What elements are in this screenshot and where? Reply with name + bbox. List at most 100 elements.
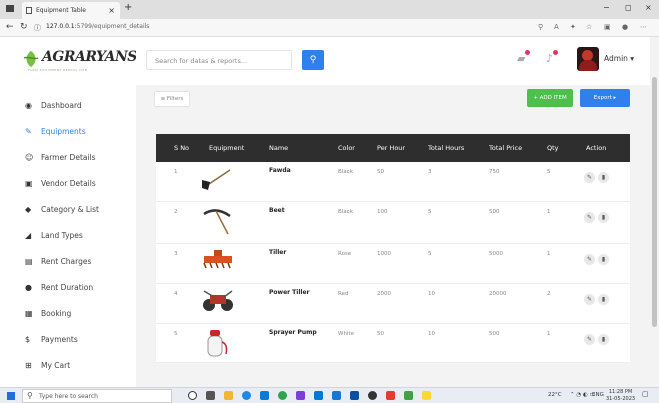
sidebar-item-rent-duration[interactable]: ● Rent Duration: [0, 277, 136, 299]
cell-qty: 1: [547, 331, 551, 337]
url-field[interactable]: 127.0.0.1:5799/equipment_details: [46, 23, 149, 30]
read-aloud-icon[interactable]: A: [554, 23, 559, 31]
sidebar-item-rent-charges[interactable]: ▤ Rent Charges: [0, 251, 136, 273]
app-red-icon[interactable]: [386, 391, 395, 400]
cell-total-hours: 5: [428, 209, 432, 215]
teams-icon[interactable]: [296, 391, 305, 400]
cell-total-price: 500: [489, 331, 500, 337]
avatar[interactable]: [577, 47, 599, 71]
cell-total-price: 500: [489, 209, 500, 215]
edit-icon[interactable]: ✎: [584, 254, 595, 265]
user-menu[interactable]: Admin ▾: [604, 54, 634, 63]
logo-tagline: FARM EQUIPMENT RENTAL HUB: [28, 68, 88, 72]
browser-tab[interactable]: Equipment Table ×: [22, 2, 120, 19]
sidebar-item-farmer-details[interactable]: ☺ Farmer Details: [0, 147, 136, 169]
sidebar-item-label: Equipments: [41, 127, 86, 136]
vscode-icon[interactable]: [314, 391, 323, 400]
file-explorer-icon[interactable]: [224, 391, 233, 400]
tab-close-icon[interactable]: ×: [108, 2, 115, 19]
equipment-image: [200, 166, 234, 196]
edit-icon[interactable]: ✎: [584, 294, 595, 305]
window-menu-icon[interactable]: [6, 5, 14, 12]
delete-icon[interactable]: ▮: [598, 254, 609, 265]
add-item-button[interactable]: + ADD ITEM: [527, 89, 573, 107]
edge-icon[interactable]: [242, 391, 251, 400]
cell-qty: 1: [547, 209, 551, 215]
new-tab-button[interactable]: +: [124, 2, 132, 13]
message-icon[interactable]: ▰: [517, 52, 525, 65]
edit-icon[interactable]: ✎: [584, 172, 595, 183]
delete-icon[interactable]: ▮: [598, 294, 609, 305]
windows-taskbar: ⚲ Type here to search 22°C ⌃ ◔ ◐ ▭ ENG 1…: [0, 387, 659, 403]
weather-text[interactable]: 22°C: [548, 392, 562, 398]
sidebar-item-my-cart[interactable]: ⊞ My Cart: [0, 355, 136, 377]
page-icon: [26, 7, 32, 14]
sidebar-item-dashboard[interactable]: ◉ Dashboard: [0, 95, 136, 117]
sidebar-item-land-types[interactable]: ◢ Land Types: [0, 225, 136, 247]
sidebar-item-equipments[interactable]: ✎ Equipments: [0, 121, 136, 143]
collections-icon[interactable]: ▣: [604, 23, 611, 31]
leaf-logo-icon: [23, 51, 39, 67]
cell-total-hours: 5: [428, 251, 432, 257]
clock-icon: ●: [25, 283, 32, 292]
back-arrow-icon[interactable]: ←: [6, 22, 14, 32]
profile-icon[interactable]: ●: [622, 23, 628, 31]
table-row: 1 Fawda Black 50 3 750 5 ✎ ▮: [156, 162, 630, 202]
sidebar-item-category-list[interactable]: ◆ Category & List: [0, 199, 136, 221]
scrollbar-thumb[interactable]: [652, 77, 657, 327]
cell-sno: 1: [174, 169, 178, 175]
info-icon[interactable]: ⓘ: [34, 23, 41, 33]
app-yellow-icon[interactable]: [422, 391, 431, 400]
search-button[interactable]: ⚲: [302, 50, 324, 70]
url-path: 5799/equipment_details: [76, 23, 150, 30]
cell-color: Black: [338, 209, 353, 215]
search-page-icon[interactable]: ⚲: [538, 23, 543, 31]
address-bar: ← ↻ ⓘ 127.0.0.1:5799/equipment_details ⚲…: [0, 19, 659, 37]
more-icon[interactable]: ⋯: [640, 23, 647, 31]
sidebar-item-label: My Cart: [41, 361, 71, 370]
close-window-button[interactable]: ×: [645, 3, 652, 12]
search-input[interactable]: Search for datas & reports...: [146, 50, 292, 70]
media-icon[interactable]: [368, 391, 377, 400]
table-row: 3 Tiller Rose 1000 5 5000 1 ✎ ▮: [156, 244, 630, 284]
task-view-icon[interactable]: [206, 391, 215, 400]
notifications-icon[interactable]: ▢: [642, 390, 649, 398]
favorites-icon[interactable]: ☆: [586, 23, 592, 31]
sidebar-item-payments[interactable]: $ Payments: [0, 329, 136, 351]
brand-logo[interactable]: AGRARYANS FARM EQUIPMENT RENTAL HUB: [22, 49, 137, 77]
edit-icon[interactable]: ✎: [584, 212, 595, 223]
sidebar-item-booking[interactable]: ▦ Booking: [0, 303, 136, 325]
chrome-icon[interactable]: [278, 391, 287, 400]
sidebar-item-label: Payments: [41, 335, 78, 344]
page-scrollbar[interactable]: [650, 37, 659, 387]
bell-icon[interactable]: ♪: [546, 52, 553, 65]
cell-color: Red: [338, 291, 349, 297]
tray-icons[interactable]: ⌃ ◔ ◐ ▭: [570, 392, 595, 398]
export-button[interactable]: Export ▸: [580, 89, 630, 107]
col-qty: Qty: [547, 144, 559, 152]
app-green-icon[interactable]: [404, 391, 413, 400]
filters-button[interactable]: ≡ Filters: [154, 91, 190, 107]
clock[interactable]: 11:28 PM 31-05-2023: [606, 389, 635, 402]
refresh-icon[interactable]: ↻: [20, 22, 28, 32]
delete-icon[interactable]: ▮: [598, 212, 609, 223]
taskbar-search[interactable]: ⚲ Type here to search: [22, 389, 172, 403]
extensions-icon[interactable]: ✦: [570, 23, 576, 31]
farmer-icon: ☺: [25, 153, 34, 162]
cortana-icon[interactable]: [188, 391, 197, 400]
app-x-icon[interactable]: [332, 391, 341, 400]
language-indicator[interactable]: ENG: [592, 392, 604, 398]
sidebar-item-vendor-details[interactable]: ▣ Vendor Details: [0, 173, 136, 195]
delete-icon[interactable]: ▮: [598, 334, 609, 345]
mail-icon[interactable]: [350, 391, 359, 400]
store-icon[interactable]: [260, 391, 269, 400]
cell-total-price: 5000: [489, 251, 503, 257]
minimize-button[interactable]: −: [603, 3, 610, 12]
cell-name: Power Tiller: [269, 289, 310, 296]
col-action: Action: [586, 144, 607, 152]
windows-start-icon[interactable]: [7, 392, 15, 400]
edit-icon[interactable]: ✎: [584, 334, 595, 345]
maximize-button[interactable]: ◻: [625, 3, 632, 12]
col-sno: S No: [174, 144, 190, 152]
delete-icon[interactable]: ▮: [598, 172, 609, 183]
